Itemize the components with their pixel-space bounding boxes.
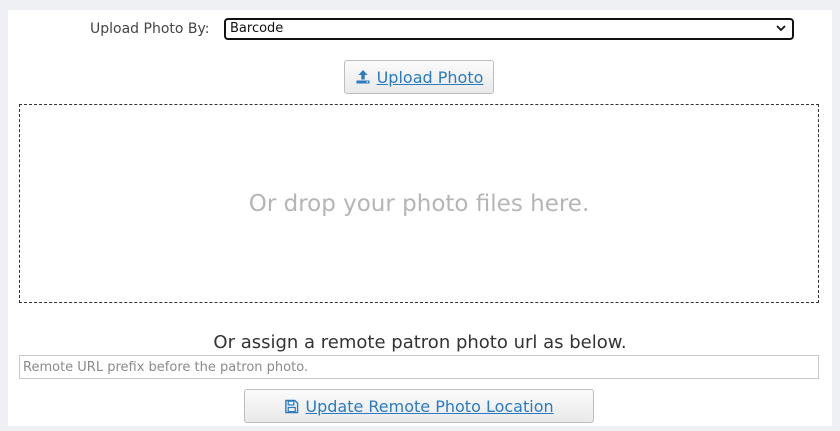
- upload-by-selected-value: Barcode: [230, 21, 284, 36]
- upload-by-label: Upload Photo By:: [90, 21, 210, 37]
- update-remote-photo-location-button[interactable]: Update Remote Photo Location: [244, 389, 594, 423]
- upload-by-select[interactable]: Barcode: [224, 18, 794, 40]
- drop-zone-text: Or drop your photo files here.: [248, 190, 590, 217]
- upload-photo-button[interactable]: Upload Photo: [344, 60, 494, 94]
- photo-upload-panel: Upload Photo By: Barcode Upload Photo Or…: [8, 10, 832, 426]
- update-remote-photo-location-label: Update Remote Photo Location: [305, 396, 554, 416]
- chevron-down-icon: [776, 25, 786, 32]
- upload-by-row: Upload Photo By: Barcode: [8, 18, 832, 40]
- remote-url-prefix-input[interactable]: [19, 355, 819, 379]
- upload-photo-label: Upload Photo: [376, 67, 484, 87]
- remote-url-heading: Or assign a remote patron photo url as b…: [213, 332, 627, 353]
- upload-icon: [356, 70, 370, 84]
- save-icon: [285, 399, 299, 413]
- photo-drop-zone[interactable]: Or drop your photo files here.: [19, 104, 819, 303]
